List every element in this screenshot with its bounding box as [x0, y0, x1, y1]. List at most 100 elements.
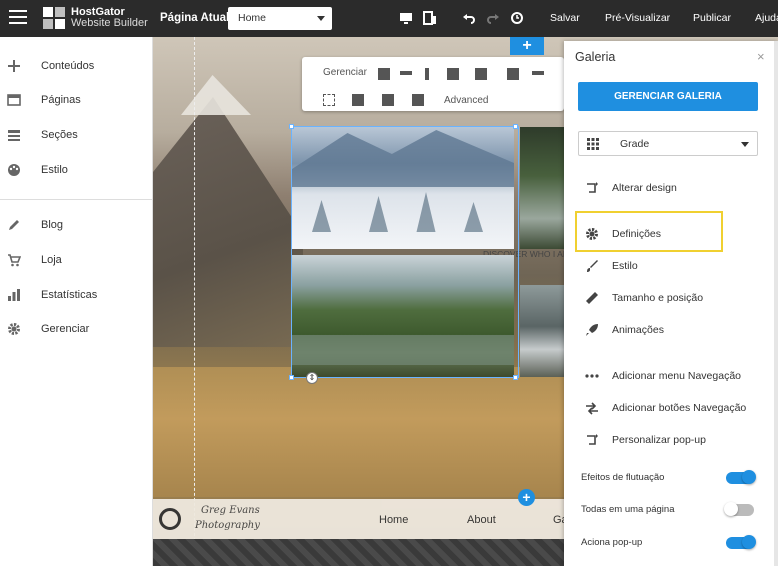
gear-icon: [586, 228, 598, 240]
gallery-settings-panel: Galeria × GERENCIAR GALERIA Grade Altera…: [564, 41, 778, 566]
grid-icon: [587, 138, 599, 150]
sidebar-item-label: Seções: [41, 129, 78, 141]
page-icon: [7, 94, 21, 106]
resize-handle[interactable]: [289, 124, 294, 129]
panel-scrollbar[interactable]: [774, 41, 778, 566]
layout-select-value: Grade: [620, 138, 650, 150]
panel-item-animations[interactable]: Animações: [564, 319, 778, 341]
background-snow-peak: [181, 75, 251, 115]
panel-item-customize-popup[interactable]: Personalizar pop-up: [564, 429, 778, 451]
left-sidebar: Conteúdos Páginas Seções Estilo Blog Loj…: [0, 37, 153, 566]
toggle-row-all-one-page: Todas em uma página: [564, 500, 778, 520]
sidebar-item-sections[interactable]: Seções: [0, 120, 153, 150]
gallery-selection-frame[interactable]: [291, 126, 519, 378]
sidebar-item-label: Estilo: [41, 164, 68, 176]
hover-effects-toggle[interactable]: [726, 470, 756, 484]
more-dots-icon[interactable]: [532, 71, 544, 75]
fill-icon[interactable]: [352, 94, 364, 106]
ruler-icon: [586, 292, 598, 304]
resize-handle[interactable]: [289, 375, 294, 380]
gallery-image-river[interactable]: [520, 285, 567, 377]
vertical-dots-icon[interactable]: [425, 68, 429, 80]
signature-line1: Greg Evans: [201, 505, 260, 516]
panel-item-settings[interactable]: Definições: [564, 223, 778, 245]
top-bar: HostGator Website Builder Página Atual: …: [0, 0, 778, 37]
plus-icon: [8, 60, 20, 72]
mobile-icon[interactable]: [423, 11, 437, 25]
panel-item-change-design[interactable]: Alterar design: [564, 177, 778, 199]
toggle-row-trigger-popup: Aciona pop-up: [564, 533, 778, 553]
close-icon[interactable]: ×: [757, 49, 765, 64]
layout-select[interactable]: Grade: [578, 131, 758, 156]
bar-chart-icon: [8, 289, 20, 301]
pencil-icon: [9, 220, 19, 230]
panel-item-add-nav-menu[interactable]: Adicionar menu Navegação: [564, 365, 778, 387]
footer-nav-home[interactable]: Home: [379, 514, 408, 526]
cart-icon: [8, 254, 21, 267]
trigger-popup-toggle[interactable]: [726, 535, 756, 549]
history-icon[interactable]: [510, 11, 524, 25]
gallery-image-forest[interactable]: [520, 127, 567, 249]
image-icon[interactable]: [382, 94, 394, 106]
manage-gallery-button[interactable]: GERENCIAR GALERIA: [578, 82, 758, 111]
panel-title: Galeria: [575, 50, 616, 64]
current-page-select[interactable]: Home: [228, 7, 332, 30]
footer-nav-about[interactable]: About: [467, 514, 496, 526]
desktop-icon[interactable]: [399, 11, 413, 25]
drag-handle-icon[interactable]: ⇕: [306, 372, 318, 384]
panel-item-label: Estilo: [612, 260, 638, 272]
fill-bucket-icon[interactable]: [447, 68, 459, 80]
sidebar-item-store[interactable]: Loja: [0, 245, 153, 275]
toolbar-manage-button[interactable]: Gerenciar: [323, 67, 367, 78]
sidebar-item-pages[interactable]: Páginas: [0, 85, 153, 115]
sidebar-item-contents[interactable]: Conteúdos: [0, 51, 153, 81]
toolbar-advanced-button[interactable]: Advanced: [444, 95, 488, 106]
section-guide-line: [194, 37, 195, 566]
publish-button[interactable]: Publicar: [693, 12, 731, 24]
save-button[interactable]: Salvar: [550, 12, 580, 24]
element-toolbar: Gerenciar Advanced: [302, 57, 564, 111]
brand-line2: Website Builder: [71, 17, 148, 29]
panel-item-label: Animações: [612, 324, 664, 336]
panel-item-style[interactable]: Estilo: [564, 255, 778, 277]
hamburger-menu-icon[interactable]: [9, 10, 27, 26]
toggle-row-hover-effects: Efeitos de flutuação: [564, 468, 778, 488]
sidebar-item-label: Estatísticas: [41, 289, 98, 301]
panel-item-add-nav-buttons[interactable]: Adicionar botões Navegação: [564, 397, 778, 419]
sidebar-item-label: Páginas: [41, 94, 81, 106]
all-one-page-toggle[interactable]: [724, 502, 754, 516]
panel-item-size-position[interactable]: Tamanho e posição: [564, 287, 778, 309]
horizontal-dots-icon[interactable]: [400, 71, 412, 75]
add-section-top-button[interactable]: +: [510, 37, 544, 55]
resize-handle[interactable]: [513, 124, 518, 129]
resize-handle[interactable]: [513, 375, 518, 380]
sidebar-item-blog[interactable]: Blog: [0, 210, 153, 240]
design-icon[interactable]: [507, 68, 519, 80]
sidebar-item-manage[interactable]: Gerenciar: [0, 314, 153, 344]
sidebar-divider: [0, 199, 153, 200]
brand-name: HostGator Website Builder: [71, 7, 148, 29]
camera-logo-icon: [159, 508, 181, 530]
sidebar-item-label: Blog: [41, 219, 64, 231]
add-section-bottom-button[interactable]: +: [518, 489, 535, 506]
move-icon[interactable]: [412, 94, 424, 106]
redo-icon[interactable]: [486, 11, 500, 25]
grid-icon[interactable]: [378, 68, 390, 80]
current-page-value: Home: [238, 12, 267, 24]
sidebar-item-label: Gerenciar: [41, 323, 90, 335]
panel-item-label: Adicionar botões Navegação: [612, 402, 747, 414]
dots-icon: [585, 374, 599, 378]
sidebar-item-style[interactable]: Estilo: [0, 155, 153, 185]
border-icon[interactable]: [323, 94, 335, 106]
chevron-down-icon: [317, 16, 325, 21]
arrows-icon: [586, 402, 598, 415]
sidebar-item-statistics[interactable]: Estatísticas: [0, 280, 153, 310]
preview-button[interactable]: Pré-Visualizar: [605, 12, 670, 24]
current-page-label: Página Atual:: [160, 12, 234, 24]
undo-icon[interactable]: [462, 11, 476, 25]
gear-icon: [8, 323, 20, 335]
rocket-icon[interactable]: [475, 68, 487, 80]
hostgator-logo: [43, 7, 65, 29]
help-button[interactable]: Ajuda: [755, 12, 778, 24]
panel-item-label: Tamanho e posição: [612, 292, 704, 304]
